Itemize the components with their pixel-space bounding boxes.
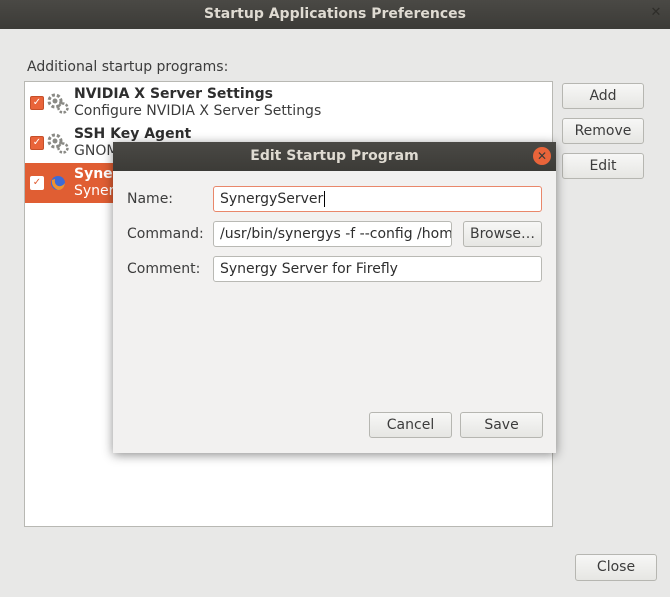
comment-label: Comment: [127, 261, 201, 277]
command-label: Command: [127, 226, 204, 242]
edit-startup-program-dialog: Edit Startup Program ✕ Name: SynergyServ… [113, 142, 556, 453]
comment-value: Synergy Server for Firefly [220, 261, 398, 277]
add-button[interactable]: Add [562, 83, 644, 109]
checkbox[interactable]: ✓ [30, 176, 44, 190]
dialog-titlebar: Edit Startup Program ✕ [113, 142, 556, 171]
cancel-button[interactable]: Cancel [369, 412, 452, 438]
dialog-title: Edit Startup Program [250, 148, 419, 164]
checkbox[interactable]: ✓ [30, 136, 44, 150]
window-title: Startup Applications Preferences [204, 6, 466, 22]
gear-icon [47, 93, 69, 114]
program-name: SSH Key Agent [74, 126, 192, 142]
program-name: NVIDIA X Server Settings [74, 86, 273, 102]
browse-button[interactable]: Browse… [463, 221, 542, 247]
window-titlebar: Startup Applications Preferences ✕ [0, 0, 670, 29]
name-value: SynergyServer [220, 191, 324, 207]
edit-button[interactable]: Edit [562, 153, 644, 179]
text-caret [324, 191, 326, 207]
remove-button[interactable]: Remove [562, 118, 644, 144]
close-icon[interactable]: ✕ [533, 147, 551, 165]
section-label: Additional startup programs: [27, 59, 229, 75]
list-item[interactable]: ✓ NVIDIA X Server Settings Configure NVI… [25, 83, 552, 123]
program-description: Configure NVIDIA X Server Settings [74, 103, 322, 119]
close-icon[interactable]: ✕ [648, 5, 664, 21]
checkbox[interactable]: ✓ [30, 96, 44, 110]
command-value: /usr/bin/synergys -f --config /home [220, 226, 452, 242]
close-button[interactable]: Close [575, 554, 657, 581]
save-button[interactable]: Save [460, 412, 543, 438]
comment-field[interactable]: Synergy Server for Firefly [213, 256, 542, 282]
gear-icon [47, 133, 69, 154]
name-field[interactable]: SynergyServer [213, 186, 542, 212]
command-field[interactable]: /usr/bin/synergys -f --config /home [213, 221, 452, 247]
name-label: Name: [127, 191, 174, 207]
firefox-icon [51, 176, 65, 190]
